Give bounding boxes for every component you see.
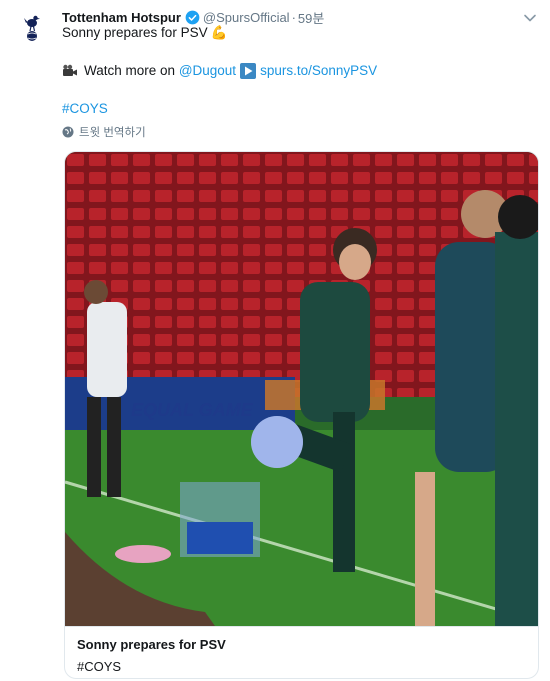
avatar[interactable]	[12, 8, 52, 48]
hashtag-link[interactable]: #COYS	[62, 101, 108, 116]
video-thumbnail[interactable]: EQUAL GAME	[65, 152, 538, 626]
translate-label: 트윗 번역하기	[79, 127, 146, 139]
media-card[interactable]: EQUAL GAME Sonny prepares for PSV #COYS	[64, 151, 539, 679]
tweet-text: Sonny prepares for PSV	[62, 25, 208, 40]
banner-text: EQUAL GAME	[131, 400, 254, 420]
flexed-biceps-icon: 💪	[210, 25, 228, 41]
play-button-icon	[240, 63, 257, 79]
verified-badge-icon	[185, 10, 200, 25]
tweet-text-line-1: Sonny prepares for PSV 💪	[62, 24, 227, 42]
globe-icon	[62, 126, 74, 138]
timestamp[interactable]: 59분	[298, 8, 324, 27]
tweet-text-line-3: #COYS	[62, 100, 108, 118]
training-scene-image: EQUAL GAME	[65, 152, 538, 626]
spurs-url-link[interactable]: spurs.to/SonnyPSV	[260, 62, 377, 80]
dugout-mention-link[interactable]: @Dugout	[179, 62, 236, 80]
display-name[interactable]: Tottenham Hotspur	[62, 10, 181, 25]
card-title: Sonny prepares for PSV	[77, 637, 226, 652]
watch-more-text: Watch more on	[84, 63, 176, 78]
card-info[interactable]: Sonny prepares for PSV #COYS	[65, 626, 538, 678]
translate-tweet[interactable]: 트윗 번역하기	[62, 124, 146, 140]
chevron-down-icon[interactable]	[522, 10, 538, 26]
user-handle[interactable]: @SpursOfficial	[203, 10, 290, 25]
spurs-logo-icon	[12, 8, 52, 48]
separator-dot: ·	[291, 9, 296, 25]
movie-camera-icon	[62, 64, 78, 78]
card-subtitle: #COYS	[77, 659, 122, 674]
tweet-text-line-2: Watch more on @Dugout spurs.to/SonnyPSV	[62, 62, 377, 80]
